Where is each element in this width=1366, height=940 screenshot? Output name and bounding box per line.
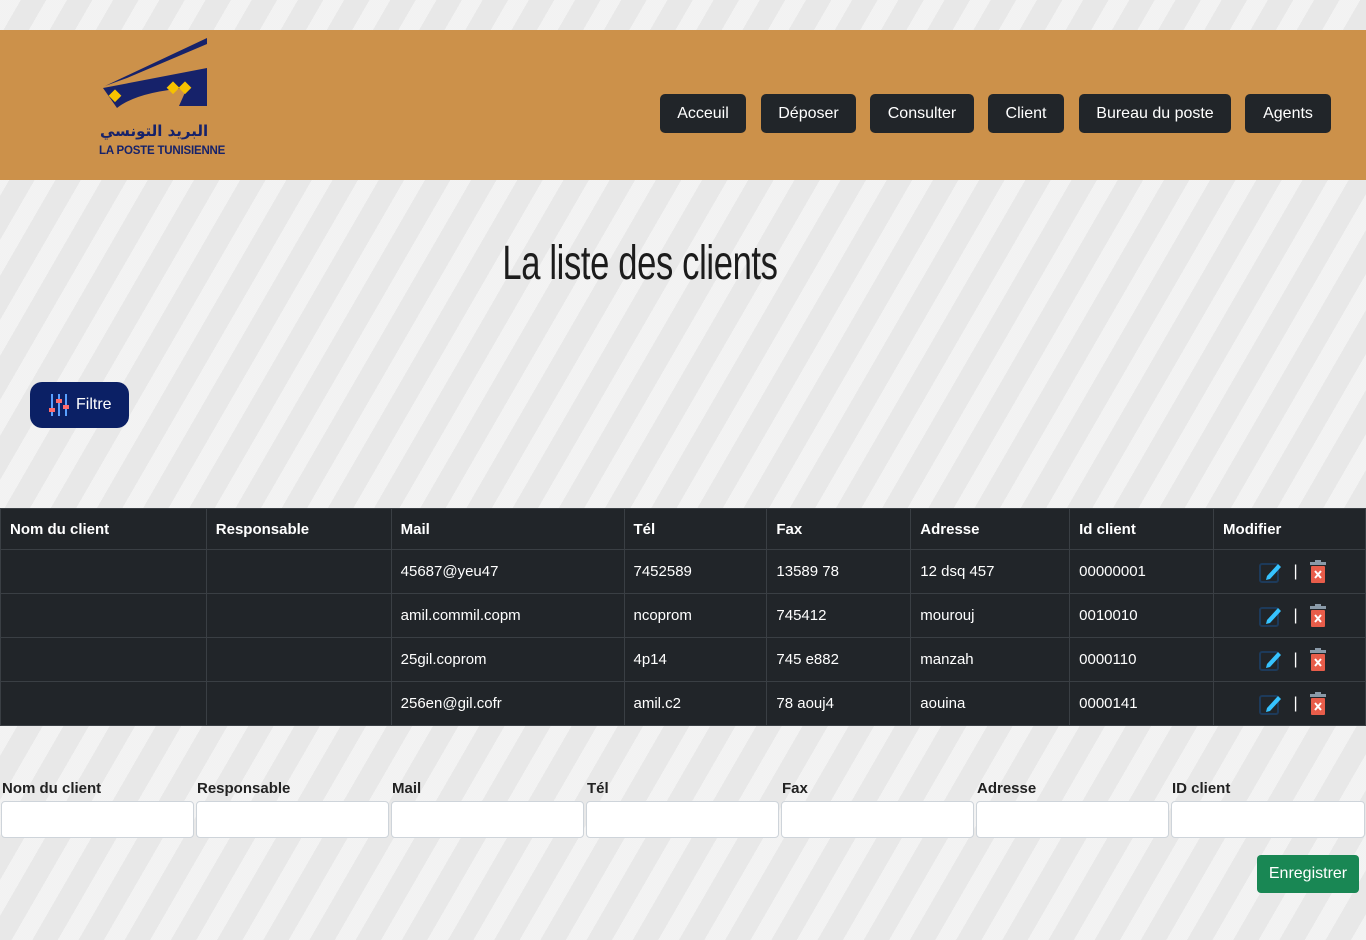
row-actions: | <box>1223 691 1364 716</box>
form-label: Nom du client <box>2 780 102 797</box>
nav-consulter-button[interactable]: Consulter <box>870 94 974 133</box>
nav-deposer-button[interactable]: Déposer <box>761 94 856 133</box>
nav-bureau-button[interactable]: Bureau du poste <box>1079 94 1231 133</box>
sliders-icon <box>49 394 69 416</box>
form-label: Mail <box>392 780 422 797</box>
column-header: Responsable <box>205 508 392 550</box>
table-cell-nom <box>0 593 207 638</box>
column-header: Tél <box>623 508 768 550</box>
site-header: البريد التونسي LA POSTE TUNISIENNE Acceu… <box>0 30 1366 180</box>
table-cell-tel: 4p14 <box>623 637 768 682</box>
row-actions: | <box>1223 647 1364 672</box>
table-cell-tel: amil.c2 <box>623 681 768 726</box>
table-cell-nom <box>0 549 207 594</box>
row-actions: | <box>1223 559 1364 584</box>
column-header: Adresse <box>910 508 1071 550</box>
table-cell-fax: 78 aouj4 <box>766 681 912 726</box>
column-header: Mail <box>390 508 625 550</box>
fax-input[interactable] <box>781 801 974 838</box>
trash-icon[interactable] <box>1308 603 1328 628</box>
action-separator: | <box>1293 606 1298 624</box>
action-separator: | <box>1293 650 1298 668</box>
tel-input[interactable] <box>586 801 779 838</box>
table-cell-fax: 745 e882 <box>766 637 912 682</box>
table-cell-mail: amil.commil.copm <box>390 593 625 638</box>
table-cell-nom <box>0 637 207 682</box>
table-cell-mail: 25gil.coprom <box>390 637 625 682</box>
table-cell-fax: 745412 <box>766 593 912 638</box>
table-cell-responsable <box>205 681 392 726</box>
column-header: Nom du client <box>0 508 207 550</box>
form-label: Adresse <box>977 780 1037 797</box>
logo-arabic-text: البريد التونسي <box>100 122 209 140</box>
form-label: Fax <box>782 780 808 797</box>
save-button[interactable]: Enregistrer <box>1257 855 1359 893</box>
table-row: 256en@gil.cofr amil.c2 78 aouj4 aouina 00001… <box>0 681 1366 726</box>
table-cell-adresse: 12 dsq 457 <box>910 549 1071 594</box>
table-row: 45687@yeu47 7452589 13589 78 12 dsq 457 0000… <box>0 549 1366 594</box>
table-row: 25gil.coprom 4p14 745 e882 manzah 0000110 | <box>0 637 1366 682</box>
trash-icon[interactable] <box>1308 559 1328 584</box>
table-cell-actions: | <box>1213 593 1366 638</box>
table-cell-id: 0000141 <box>1069 681 1215 726</box>
trash-icon[interactable] <box>1308 691 1328 716</box>
mail-input[interactable] <box>391 801 584 838</box>
id-client-input[interactable] <box>1171 801 1365 838</box>
page-title: La liste des clients <box>502 237 778 290</box>
filter-button[interactable]: Filtre <box>30 382 129 428</box>
action-separator: | <box>1293 694 1298 712</box>
table-cell-id: 0010010 <box>1069 593 1215 638</box>
table-cell-responsable <box>205 593 392 638</box>
table-cell-nom <box>0 681 207 726</box>
table-cell-actions: | <box>1213 681 1366 726</box>
logo-french-text: LA POSTE TUNISIENNE <box>99 145 226 157</box>
clients-table: Nom du client Responsable Mail Tél Fax A… <box>0 508 1366 726</box>
table-cell-mail: 45687@yeu47 <box>390 549 625 594</box>
table-cell-responsable <box>205 637 392 682</box>
la-poste-logo <box>103 38 207 108</box>
table-cell-responsable <box>205 549 392 594</box>
table-cell-adresse: aouina <box>910 681 1071 726</box>
nav-acceuil-button[interactable]: Acceuil <box>660 94 746 133</box>
form-label: ID client <box>1172 780 1231 797</box>
adresse-input[interactable] <box>976 801 1169 838</box>
table-cell-id: 0000110 <box>1069 637 1215 682</box>
pencil-icon[interactable] <box>1259 561 1283 583</box>
table-cell-tel: 7452589 <box>623 549 768 594</box>
pencil-icon[interactable] <box>1259 605 1283 627</box>
table-cell-adresse: manzah <box>910 637 1071 682</box>
form-label: Tél <box>587 780 609 797</box>
column-header: Modifier <box>1213 508 1366 550</box>
form-label: Responsable <box>197 780 291 797</box>
table-cell-adresse: mourouj <box>910 593 1071 638</box>
pencil-icon[interactable] <box>1259 693 1283 715</box>
table-header-row: Nom du client Responsable Mail Tél Fax A… <box>0 508 1366 550</box>
table-cell-tel: ncoprom <box>623 593 768 638</box>
table-cell-actions: | <box>1213 637 1366 682</box>
table-cell-fax: 13589 78 <box>766 549 912 594</box>
table-cell-mail: 256en@gil.cofr <box>390 681 625 726</box>
filter-label: Filtre <box>76 396 112 413</box>
column-header: Fax <box>766 508 912 550</box>
nav-client-button[interactable]: Client <box>988 94 1064 133</box>
responsable-input[interactable] <box>196 801 389 838</box>
table-row: amil.commil.copm ncoprom 745412 mourouj 0010… <box>0 593 1366 638</box>
pencil-icon[interactable] <box>1259 649 1283 671</box>
action-separator: | <box>1293 562 1298 580</box>
table-cell-id: 00000001 <box>1069 549 1215 594</box>
trash-icon[interactable] <box>1308 647 1328 672</box>
table-cell-actions: | <box>1213 549 1366 594</box>
column-header: Id client <box>1069 508 1215 550</box>
row-actions: | <box>1223 603 1364 628</box>
nom-client-input[interactable] <box>1 801 194 838</box>
nav-agents-button[interactable]: Agents <box>1245 94 1331 133</box>
